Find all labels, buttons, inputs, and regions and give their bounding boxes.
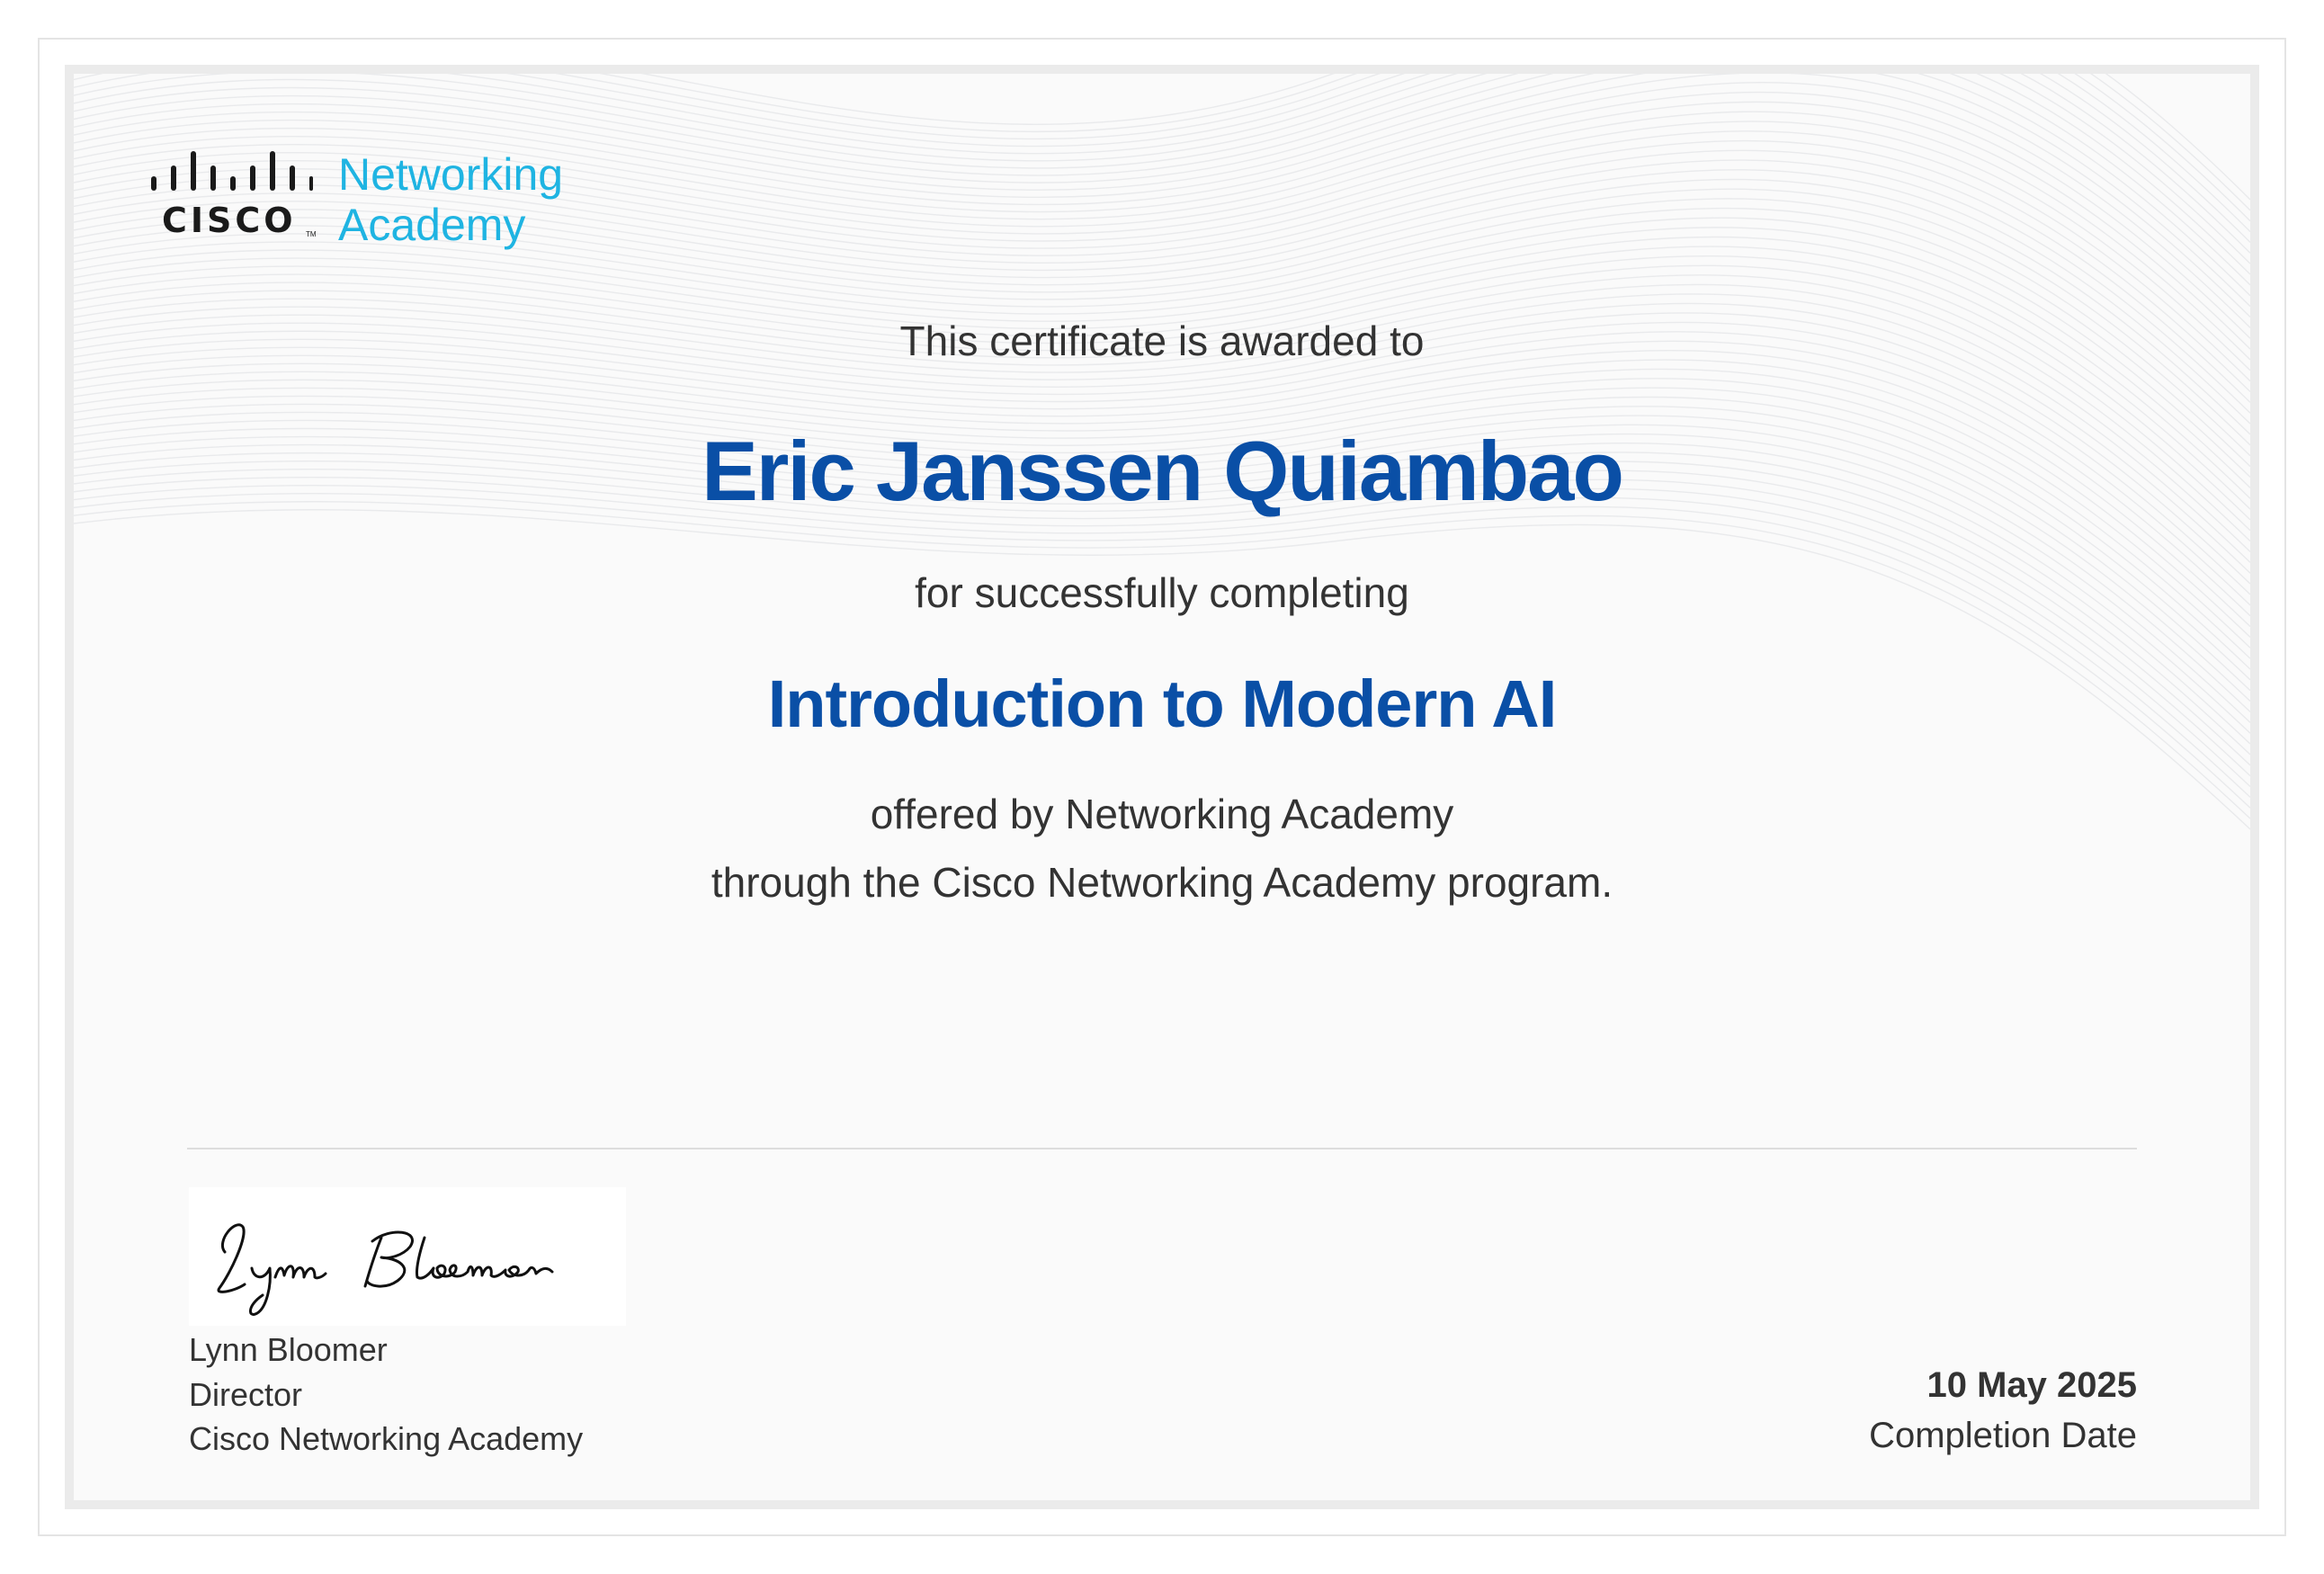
offered-by-text: offered by Networking Academy (870, 791, 1454, 837)
networking-academy-wordmark: Networking Academy (338, 149, 563, 250)
recipient-name: Eric Janssen Quiambao (702, 424, 1624, 518)
cisco-bars-icon (151, 151, 313, 191)
signatory-name: Lynn Bloomer (189, 1331, 388, 1368)
cisco-networking-academy-logo: CISCO TM Networking Academy (151, 149, 583, 250)
signatory-title: Director (189, 1376, 303, 1413)
completion-date-label: Completion Date (1869, 1416, 2137, 1455)
handwritten-signature (217, 1223, 554, 1316)
completing-text: for successfully completing (915, 569, 1409, 616)
completion-date: 10 May 2025 (1926, 1365, 2137, 1405)
trademark-symbol: TM (306, 230, 317, 238)
logo-line-networking: Networking (338, 149, 564, 200)
signature-image (189, 1187, 626, 1326)
wave-line (74, 484, 2250, 798)
wave-line (74, 500, 2250, 819)
awarded-to-text: This certificate is awarded to (899, 317, 1425, 364)
program-text: through the Cisco Networking Academy pro… (711, 859, 1613, 906)
course-title: Introduction to Modern AI (767, 666, 1558, 741)
divider-line (187, 1148, 2137, 1149)
signatory-organization: Cisco Networking Academy (189, 1420, 584, 1457)
logo-line-academy: Academy (338, 200, 526, 250)
cisco-wordmark: CISCO (162, 201, 297, 240)
